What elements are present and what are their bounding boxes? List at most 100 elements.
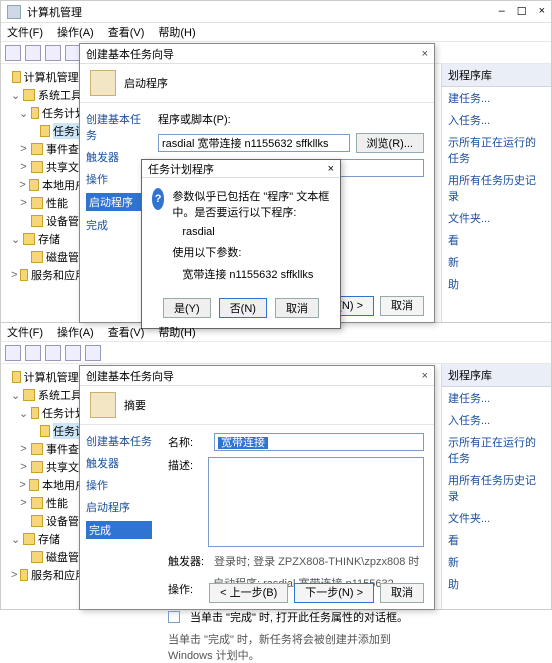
wizard-step[interactable]: 完成: [86, 521, 152, 539]
menu-file[interactable]: 文件(F): [7, 324, 43, 340]
action-item[interactable]: 建任务...: [442, 387, 551, 409]
checkbox-label: 当单击 "完成" 时, 打开此任务属性的对话框。: [190, 609, 408, 625]
action-item[interactable]: 用所有任务历史记录: [442, 469, 551, 507]
action-item[interactable]: 新: [442, 551, 551, 573]
menu-view[interactable]: 查看(V): [108, 24, 145, 40]
twisty-icon[interactable]: >: [19, 161, 28, 173]
tool-back-icon[interactable]: [5, 45, 21, 61]
action-item[interactable]: 示所有正在运行的任务: [442, 131, 551, 169]
wizard-step[interactable]: 触发器: [86, 149, 142, 165]
confirm-line2: 使用以下参数:: [172, 244, 330, 260]
browse-button[interactable]: 浏览(R)...: [356, 133, 424, 153]
wizard-close-icon[interactable]: ×: [422, 48, 428, 60]
action-item[interactable]: 文件夹...: [442, 507, 551, 529]
wizard-title: 创建基本任务向导: [86, 46, 422, 62]
label-action: 操作:: [168, 581, 207, 597]
program-input[interactable]: [158, 134, 350, 152]
menu-help[interactable]: 帮助(H): [158, 324, 195, 340]
mmc-titlebar: 计算机管理 – ☐ ×: [1, 1, 551, 23]
tool-up-icon[interactable]: [45, 345, 61, 361]
tool-refresh-icon[interactable]: [65, 345, 81, 361]
folder-icon: [20, 269, 28, 281]
folder-icon: [40, 425, 50, 437]
wizard-title: 创建基本任务向导: [86, 368, 422, 384]
menu-help[interactable]: 帮助(H): [158, 24, 195, 40]
label-program: 程序或脚本(P):: [158, 111, 236, 127]
confirm-yes-button[interactable]: 是(Y): [163, 298, 211, 318]
wizard-titlebar[interactable]: 创建基本任务向导 ×: [80, 44, 434, 64]
folder-icon: [31, 497, 43, 509]
folder-icon: [29, 179, 39, 191]
twisty-icon[interactable]: ⌄: [11, 389, 20, 402]
tool-back-icon[interactable]: [5, 345, 21, 361]
action-item[interactable]: 入任务...: [442, 409, 551, 431]
wizard-titlebar[interactable]: 创建基本任务向导 ×: [80, 366, 434, 386]
action-item[interactable]: 用所有任务历史记录: [442, 169, 551, 207]
action-item[interactable]: 看: [442, 529, 551, 551]
twisty-icon[interactable]: >: [11, 269, 17, 281]
action-item[interactable]: 助: [442, 573, 551, 595]
wizard-step[interactable]: 操作: [86, 171, 142, 187]
wizard-step[interactable]: 完成: [86, 217, 142, 233]
twisty-icon[interactable]: >: [19, 461, 28, 473]
action-item[interactable]: 入任务...: [442, 109, 551, 131]
folder-icon: [31, 443, 43, 455]
action-item[interactable]: 看: [442, 229, 551, 251]
wizard-cancel-button[interactable]: 取消: [380, 583, 424, 603]
confirm-args: 宽带连接 n1155632 sffkllks: [172, 266, 330, 282]
close-button[interactable]: ×: [539, 5, 545, 18]
menu-file[interactable]: 文件(F): [7, 24, 43, 40]
tool-up-icon[interactable]: [45, 45, 61, 61]
label-desc: 描述:: [168, 457, 202, 473]
confirm-titlebar[interactable]: 任务计划程序 ×: [142, 160, 340, 178]
twisty-icon[interactable]: ⌄: [11, 233, 20, 246]
action-item[interactable]: 示所有正在运行的任务: [442, 431, 551, 469]
tool-help-icon[interactable]: [85, 345, 101, 361]
wizard-header-icon: [90, 392, 116, 418]
confirm-close-icon[interactable]: ×: [328, 163, 334, 175]
wizard-cancel-button[interactable]: 取消: [380, 296, 424, 316]
action-item[interactable]: 文件夹...: [442, 207, 551, 229]
confirm-dialog: 任务计划程序 × ? 参数似乎已包括在 "程序" 文本框中。是否要运行以下程序:…: [141, 159, 341, 329]
twisty-icon[interactable]: ⌄: [11, 89, 20, 102]
tool-fwd-icon[interactable]: [25, 345, 41, 361]
twisty-icon[interactable]: >: [19, 497, 28, 509]
twisty-icon[interactable]: ⌄: [19, 407, 28, 420]
twisty-icon[interactable]: ⌄: [19, 107, 28, 120]
wizard-step[interactable]: 创建基本任务: [86, 111, 142, 143]
tool-fwd-icon[interactable]: [25, 45, 41, 61]
action-item[interactable]: 助: [442, 273, 551, 295]
twisty-icon[interactable]: ⌄: [11, 533, 20, 546]
wizard-close-icon[interactable]: ×: [422, 370, 428, 382]
wizard-step[interactable]: 启动程序: [86, 499, 152, 515]
wizard-step[interactable]: 创建基本任务: [86, 433, 152, 449]
wizard-back-button[interactable]: < 上一步(B): [209, 583, 288, 603]
max-button[interactable]: ☐: [517, 5, 527, 18]
menu-action[interactable]: 操作(A): [57, 324, 94, 340]
desc-textarea[interactable]: [208, 457, 424, 547]
question-icon: ?: [152, 188, 164, 210]
action-item[interactable]: 建任务...: [442, 87, 551, 109]
action-item[interactable]: 新: [442, 251, 551, 273]
twisty-icon[interactable]: >: [19, 479, 26, 491]
folder-icon: [23, 533, 35, 545]
min-button[interactable]: –: [499, 5, 505, 18]
folder-icon: [29, 479, 39, 491]
open-props-checkbox[interactable]: [168, 611, 180, 623]
wizard-step[interactable]: 启动程序: [86, 193, 142, 211]
twisty-icon[interactable]: >: [19, 443, 28, 455]
twisty-icon[interactable]: >: [19, 179, 26, 191]
menu-view[interactable]: 查看(V): [108, 324, 145, 340]
wizard-step[interactable]: 触发器: [86, 455, 152, 471]
wizard-next-button[interactable]: 下一步(N) >: [294, 583, 374, 603]
twisty-icon[interactable]: >: [11, 569, 17, 581]
twisty-icon[interactable]: >: [19, 143, 28, 155]
wizard-step[interactable]: 操作: [86, 477, 152, 493]
menu-action[interactable]: 操作(A): [57, 24, 94, 40]
confirm-cancel-button[interactable]: 取消: [275, 298, 319, 318]
wizard-steps: 创建基本任务触发器操作启动程序完成: [80, 103, 148, 327]
confirm-no-button[interactable]: 否(N): [219, 298, 267, 318]
twisty-icon[interactable]: >: [19, 197, 28, 209]
actions-panel: 划程序库 建任务...入任务...示所有正在运行的任务用所有任务历史记录文件夹.…: [441, 364, 551, 609]
name-input[interactable]: 宽带连接: [214, 433, 424, 451]
